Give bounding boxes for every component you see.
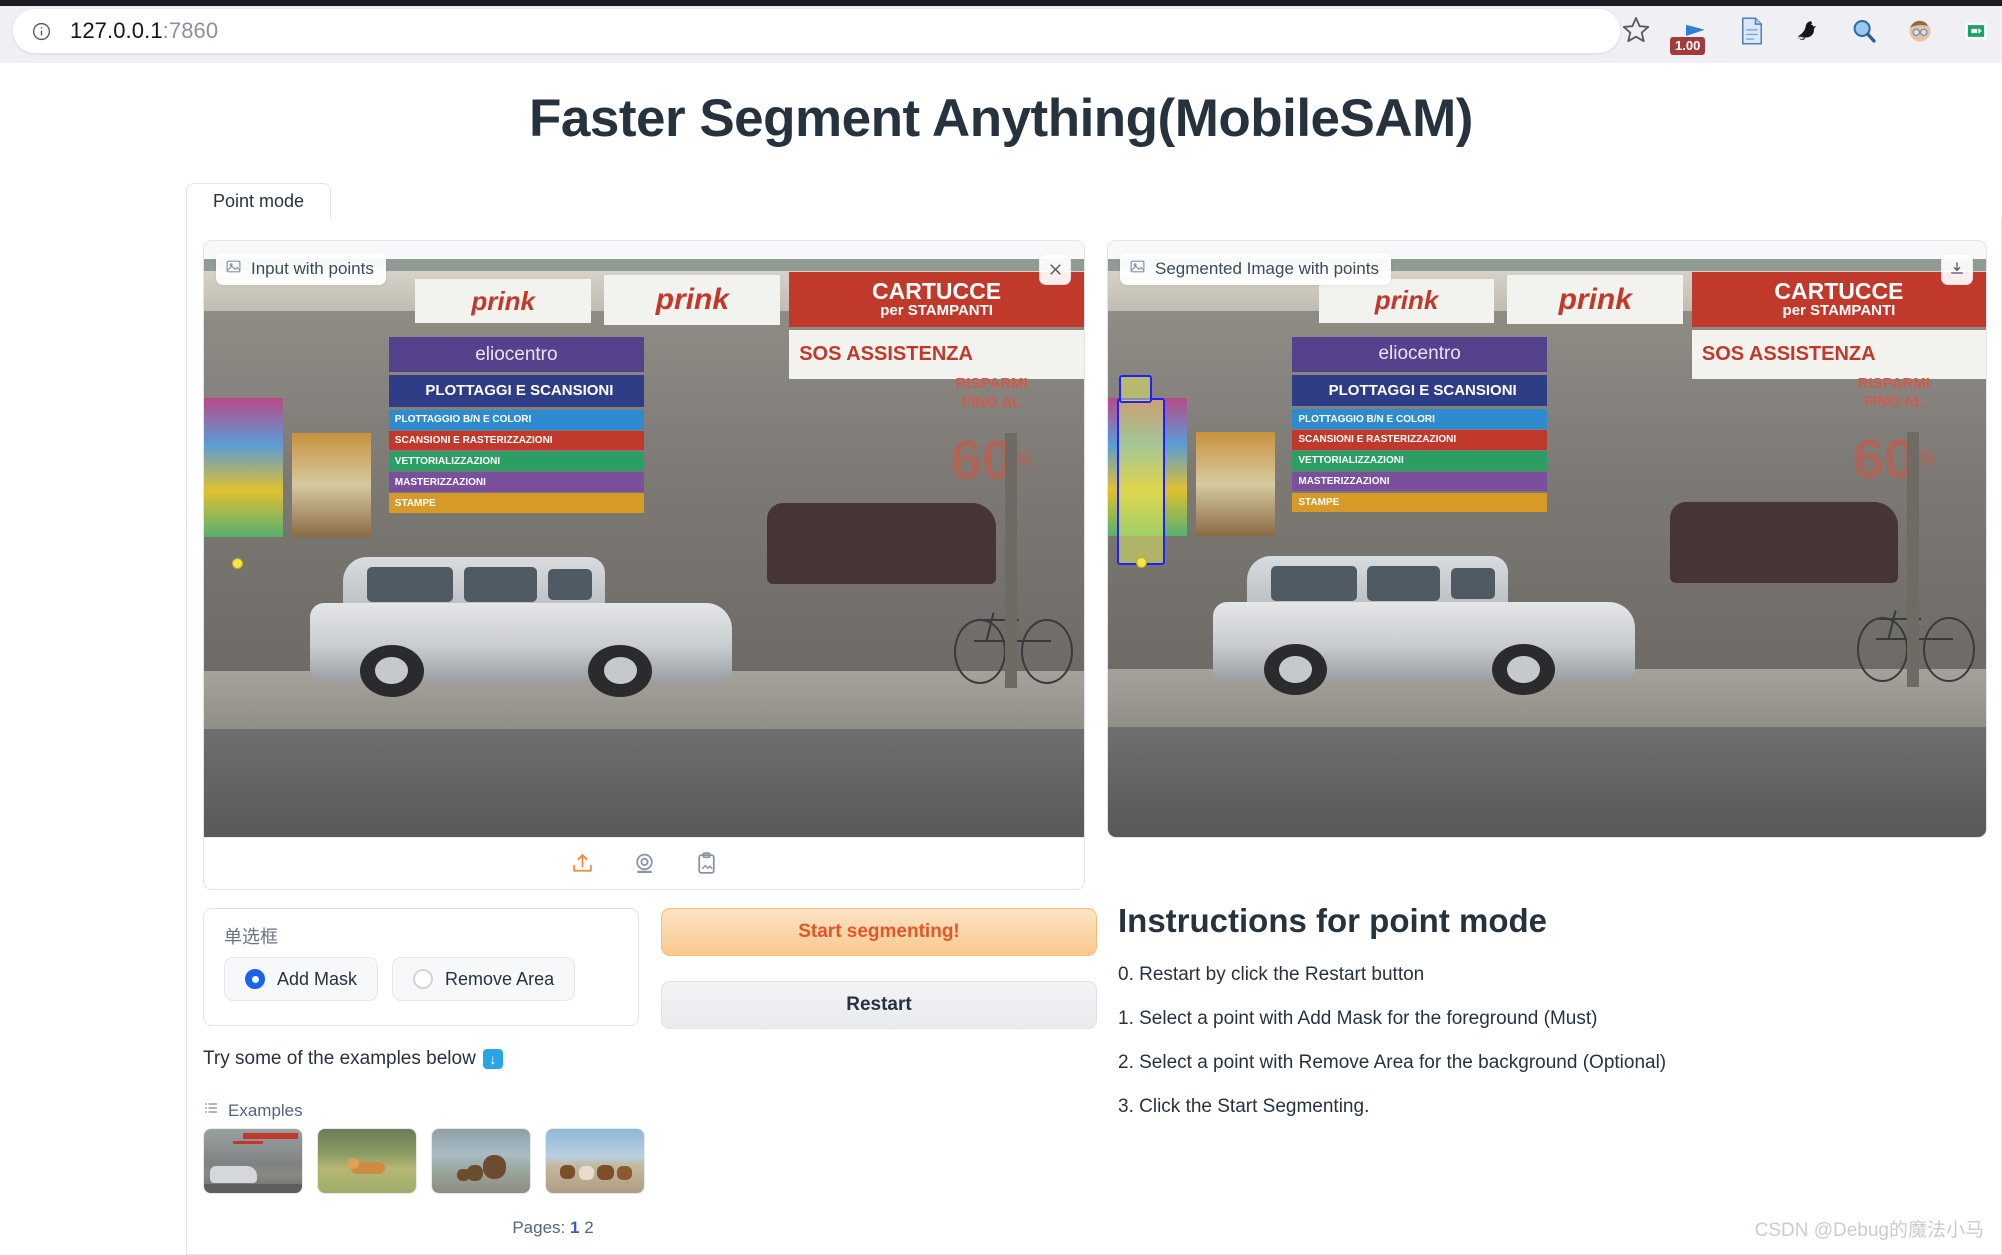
tab-point-mode[interactable]: Point mode [186, 183, 332, 219]
watermark: CSDN @Debug的魔法小马 [1754, 1220, 1984, 1241]
document-reader-icon[interactable] [1731, 10, 1773, 52]
address-bar[interactable]: 127.0.0.1:7860 [13, 9, 1620, 53]
mode-radio-group: Add Mask Remove Area [224, 957, 576, 1001]
green-extension-icon[interactable] [1955, 10, 1997, 52]
example-thumb-3[interactable] [545, 1128, 645, 1194]
url-host: 127.0.0.1 [70, 18, 163, 43]
output-photo[interactable]: prink prink CARTUCCE per STAMPANTI SOS AS… [1108, 259, 1986, 837]
image-placeholder-icon [225, 258, 242, 280]
restart-button[interactable]: Restart [661, 981, 1097, 1029]
instruction-line-2: 2. Select a point with Remove Area for t… [1118, 1052, 1667, 1073]
example-thumb-0[interactable] [203, 1128, 303, 1194]
info-circle-icon[interactable] [30, 20, 52, 42]
list-icon [203, 1100, 219, 1121]
url-port: :7860 [162, 18, 219, 43]
instruction-line-0: 0. Restart by click the Restart button [1118, 964, 1425, 985]
point-mode-panel: Input with points prink prink CARTUCCE p… [186, 218, 2002, 1255]
examples-header: Examples [203, 1100, 303, 1121]
foreground-point-marker [232, 557, 244, 569]
browser-toolbar: 127.0.0.1:7860 1.00 [0, 0, 2002, 63]
examples-hint: Try some of the examples below ↓ [203, 1048, 503, 1070]
instructions-panel: Instructions for point mode 0. Restart b… [1118, 902, 1978, 1140]
segmented-storefront-scene: prink prink CARTUCCE per STAMPANTI SOS AS… [1108, 259, 1986, 837]
tab-point-mode-label: Point mode [213, 190, 305, 211]
image-placeholder-icon [1129, 258, 1146, 280]
output-image-label: Segmented Image with points [1120, 253, 1391, 285]
example-thumb-2[interactable] [431, 1128, 531, 1194]
radio-add-mask-label: Add Mask [277, 968, 358, 989]
account-avatar-icon[interactable] [1899, 10, 1941, 52]
radio-remove-area[interactable]: Remove Area [392, 957, 576, 1001]
bookmark-star-icon[interactable] [1620, 14, 1654, 48]
car-object [309, 543, 732, 700]
example-thumb-1[interactable] [317, 1128, 417, 1194]
radio-remove-area-dot[interactable] [413, 969, 434, 989]
arrow-down-emoji-icon: ↓ [482, 1049, 503, 1069]
paste-clipboard-icon[interactable] [692, 850, 720, 878]
input-image-label-text: Input with points [251, 259, 374, 278]
segmentation-mask [1116, 397, 1166, 566]
instructions-title: Instructions for point mode [1118, 902, 1547, 939]
webcam-icon[interactable] [630, 850, 658, 878]
tab-strip: Point mode [186, 183, 2002, 219]
pager-label: Pages: [512, 1218, 566, 1237]
speed-play-icon[interactable]: 1.00 [1670, 10, 1717, 55]
input-image-card[interactable]: Input with points prink prink CARTUCCE p… [203, 240, 1085, 890]
action-button-stack: Start segmenting! Restart [661, 908, 1097, 1029]
examples-hint-text: Try some of the examples below [203, 1048, 476, 1069]
car-object [1213, 542, 1635, 698]
image-row: Input with points prink prink CARTUCCE p… [203, 240, 1987, 890]
input-image-label: Input with points [216, 253, 386, 285]
segmentation-mask [1118, 374, 1152, 404]
examples-pager: Pages: 1 2 [203, 1218, 903, 1238]
page-content: Faster Segment Anything(MobileSAM) Point… [0, 63, 2002, 1255]
speed-badge: 1.00 [1670, 37, 1706, 55]
foreground-point-marker [1136, 556, 1148, 568]
browser-window-edge [0, 0, 2002, 6]
download-icon[interactable] [1941, 253, 1973, 285]
upload-icon[interactable] [568, 850, 596, 878]
instruction-line-1: 1. Select a point with Add Mask for the … [1118, 1008, 1598, 1029]
radio-remove-area-label: Remove Area [445, 968, 555, 989]
start-segmenting-button[interactable]: Start segmenting! [661, 908, 1097, 956]
close-icon[interactable] [1039, 253, 1071, 285]
address-bar-url: 127.0.0.1:7860 [70, 18, 218, 44]
mode-radio-box: 单选框 Add Mask Remove Area [203, 908, 639, 1026]
radio-add-mask[interactable]: Add Mask [224, 957, 379, 1001]
examples-grid [203, 1128, 645, 1194]
pager-page-2[interactable]: 2 [584, 1218, 593, 1237]
examples-header-text: Examples [228, 1100, 303, 1120]
instruction-line-3: 3. Click the Start Segmenting. [1118, 1096, 1370, 1117]
search-magnifier-icon[interactable] [1843, 10, 1885, 52]
output-image-card[interactable]: Segmented Image with points prink prink [1107, 240, 1987, 838]
pager-page-1[interactable]: 1 [570, 1218, 579, 1237]
bird-extension-icon[interactable] [1787, 10, 1829, 52]
page-title: Faster Segment Anything(MobileSAM) [529, 89, 1473, 148]
input-photo[interactable]: prink prink CARTUCCE per STAMPANTI SOS AS… [204, 259, 1084, 839]
output-image-label-text: Segmented Image with points [1155, 259, 1379, 278]
radio-add-mask-dot[interactable] [245, 969, 265, 989]
input-image-toolbar [204, 837, 1084, 889]
mode-radio-label: 单选框 [224, 927, 278, 947]
storefront-scene: prink prink CARTUCCE per STAMPANTI SOS AS… [204, 259, 1084, 839]
